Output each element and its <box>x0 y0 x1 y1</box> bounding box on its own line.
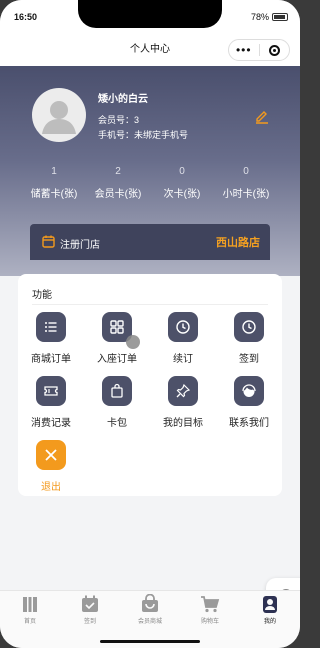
stat-label: 储蓄卡(张) <box>30 189 78 200</box>
list-icon <box>45 322 57 332</box>
stat-label: 会员卡(张) <box>94 189 142 200</box>
cart-icon <box>201 596 220 613</box>
more-button[interactable]: ••• <box>229 40 259 60</box>
tab-label: 会员商城 <box>137 619 162 625</box>
service-icon <box>242 384 256 397</box>
card-stats: 1 储蓄卡(张) 2 会员卡(张) 0 次卡(张) 0 小时卡(张) <box>22 166 278 200</box>
my-goals-button[interactable]: 我的目标 <box>150 374 216 438</box>
calendar-icon <box>82 595 98 612</box>
status-time: 16:50 <box>14 12 38 22</box>
close-icon <box>45 449 57 461</box>
divider <box>32 304 268 305</box>
function-label: 消费记录 <box>31 418 71 429</box>
nav-bar: 个人中心 ••• <box>0 34 300 66</box>
function-label: 我的目标 <box>163 418 203 429</box>
tab-label: 我的 <box>263 619 276 625</box>
grid-icon <box>110 320 124 334</box>
shop-icon <box>142 594 158 612</box>
pin-icon <box>176 383 191 398</box>
tab-label: 购物车 <box>200 619 219 625</box>
battery-icon <box>272 13 288 21</box>
edit-icon[interactable] <box>254 108 270 124</box>
functions-card: 功能 商城订单 入座订单 续订 签到 消费记录 卡包 我的目标 联系我们 退出 <box>18 274 282 496</box>
tab-label: 签到 <box>83 619 96 625</box>
function-label: 签到 <box>239 354 259 365</box>
consumption-records-button[interactable]: 消费记录 <box>18 374 84 438</box>
profile-header: 矮小的白云 会员号：3 手机号：未绑定手机号 1 储蓄卡(张) 2 会员卡(张)… <box>0 66 300 276</box>
stat-label: 小时卡(张) <box>222 189 270 200</box>
check-in-button[interactable]: 签到 <box>216 310 282 374</box>
status-bar: 16:50 78% <box>0 0 300 34</box>
clock-icon <box>242 320 256 334</box>
tab-label: 首页 <box>23 619 36 625</box>
renew-button[interactable]: 续订 <box>150 310 216 374</box>
mall-orders-button[interactable]: 商城订单 <box>18 310 84 374</box>
member-number: 会员号：3 <box>98 115 140 125</box>
card-wallet-button[interactable]: 卡包 <box>84 374 150 438</box>
stat-hour-card[interactable]: 0 小时卡(张) <box>214 166 278 200</box>
registered-store-bar[interactable]: 注册门店 西山路店 <box>30 224 270 260</box>
bag-icon <box>111 383 123 398</box>
functions-title: 功能 <box>32 290 52 301</box>
stat-number: 0 <box>243 166 249 177</box>
seat-orders-button[interactable]: 入座订单 <box>84 310 150 374</box>
page-title: 个人中心 <box>130 44 170 55</box>
tab-mine[interactable]: 我的 <box>240 591 300 648</box>
store-label: 注册门店 <box>60 240 100 251</box>
function-label: 退出 <box>41 482 61 493</box>
user-icon <box>263 596 277 613</box>
close-mini-program-button[interactable] <box>260 44 290 56</box>
stat-savings-card[interactable]: 1 储蓄卡(张) <box>22 166 86 200</box>
battery-text: 78% <box>250 12 269 22</box>
battery-status: 78% <box>251 12 288 22</box>
phone-screen: 16:50 78% 个人中心 ••• 矮小的白云 会员号：3 手机号：未绑定手机… <box>0 0 300 648</box>
tab-home[interactable]: 首页 <box>0 591 60 648</box>
clock-icon <box>176 320 190 334</box>
functions-grid: 商城订单 入座订单 续订 签到 消费记录 卡包 我的目标 联系我们 退出 <box>18 310 282 502</box>
stat-number: 1 <box>51 166 57 177</box>
user-name: 矮小的白云 <box>98 94 148 105</box>
avatar-placeholder-icon <box>42 101 76 134</box>
store-name: 西山路店 <box>216 237 260 249</box>
stat-number: 2 <box>115 166 121 177</box>
home-indicator[interactable] <box>100 640 200 643</box>
calendar-icon <box>42 235 55 248</box>
function-label: 卡包 <box>107 418 127 429</box>
stat-label: 次卡(张) <box>163 189 201 200</box>
touch-indicator <box>126 335 140 349</box>
function-label: 商城订单 <box>31 354 71 365</box>
stat-times-card[interactable]: 0 次卡(张) <box>150 166 214 200</box>
contact-us-button[interactable]: 联系我们 <box>216 374 282 438</box>
target-icon <box>268 44 280 56</box>
mini-program-capsule: ••• <box>228 39 290 61</box>
home-icon <box>23 597 37 612</box>
avatar[interactable] <box>32 88 86 142</box>
function-label: 续订 <box>173 354 193 365</box>
stat-number: 0 <box>179 166 185 177</box>
function-label: 联系我们 <box>229 418 269 429</box>
function-label: 入座订单 <box>97 354 137 365</box>
ticket-icon <box>44 386 58 396</box>
logout-button[interactable]: 退出 <box>18 438 84 502</box>
stat-member-card[interactable]: 2 会员卡(张) <box>86 166 150 200</box>
phone-number: 手机号：未绑定手机号 <box>98 130 189 140</box>
notch <box>78 0 222 28</box>
